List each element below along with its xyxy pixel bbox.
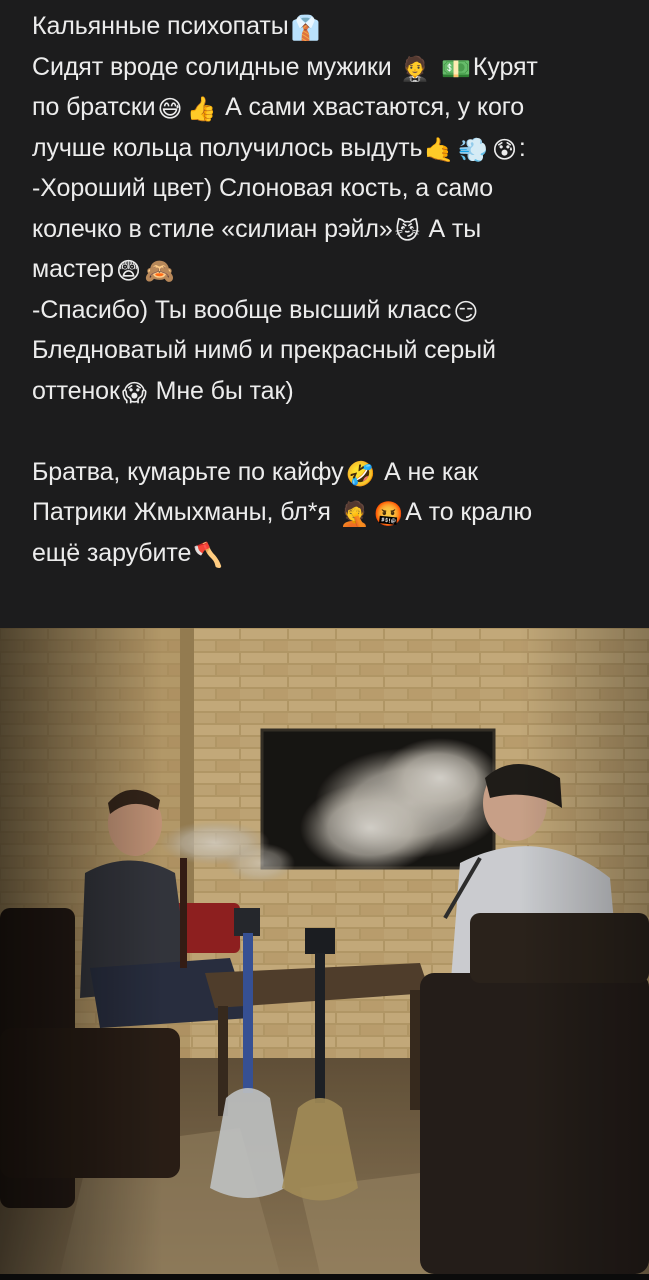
text-fragment: по братски — [32, 93, 156, 121]
post-text-line: Кальянные психопаты👔 — [32, 6, 632, 47]
text-fragment: : — [518, 133, 526, 162]
text-fragment: лучше кольца получилось выдуть — [32, 133, 423, 162]
post-text-line: мастер😨 🙈 — [32, 249, 632, 290]
hookah-lounge-photo — [0, 628, 649, 1274]
post-text-line: по братски😅 👍 А сами хвастаются, у кого — [32, 87, 632, 128]
bottom-divider — [0, 1274, 649, 1280]
text-fragment: А то кралю — [405, 498, 533, 526]
text-fragment: колечко в стиле «силиан рэйл» — [32, 214, 393, 243]
text-fragment: оттенок — [32, 376, 120, 405]
emoji-icon: 👔 — [290, 14, 321, 42]
emoji-icon: 🤵 — [400, 54, 431, 83]
post-text-line: колечко в стиле «силиан рэйл»😼 А ты — [32, 209, 632, 250]
emoji-icon: 🤙 — [424, 135, 455, 164]
emoji-icon: 👍 — [186, 95, 217, 123]
emoji-icon: 😱 — [121, 378, 147, 407]
post-text-line: -Хороший цвет) Слоновая кость, а само — [32, 168, 632, 209]
emoji-icon: 😼 — [394, 216, 420, 245]
post-text-line: оттенок😱 Мне бы так) — [32, 371, 632, 412]
post-text-line: лучше кольца получилось выдуть🤙 💨 😰: — [32, 128, 632, 169]
emoji-icon: 🤦 — [339, 500, 370, 528]
post-text-line: Патрики Жмыхманы, бл*я 🤦 🤬А то кралю — [32, 492, 632, 533]
text-fragment: А не как — [377, 457, 478, 486]
post-text-line: ещё зарубите🪓 — [32, 533, 632, 574]
text-fragment: Курят — [472, 52, 538, 81]
emoji-icon: 😏 — [453, 297, 479, 326]
text-fragment: Мне бы так) — [148, 376, 294, 405]
text-fragment: мастер — [32, 255, 114, 283]
post-text-line: Братва, кумарьте по кайфу🤣 А не как — [32, 452, 632, 493]
text-fragment: Сидят вроде солидные мужики — [32, 52, 399, 81]
text-fragment: -Хороший цвет) Слоновая кость, а само — [32, 174, 494, 202]
text-fragment: А ты — [421, 214, 482, 243]
post-text[interactable]: Кальянные психопаты👔 Сидят вроде солидные… — [32, 6, 632, 573]
emoji-icon: 😨 — [115, 257, 141, 285]
text-fragment: ещё зарубите — [32, 538, 192, 567]
emoji-icon: 🪓 — [193, 540, 224, 569]
text-fragment — [432, 53, 439, 81]
emoji-icon: 😰 — [492, 135, 517, 164]
post-text-line: Сидят вроде солидные мужики 🤵 💵Курят — [32, 47, 632, 88]
post-card: Кальянные психопаты👔 Сидят вроде солидные… — [0, 0, 649, 1280]
post-text-line: -Спасибо) Ты вообще высший класс😏 — [32, 290, 632, 331]
emoji-icon: 🤣 — [345, 459, 376, 488]
emoji-icon: 🤬 — [373, 500, 404, 528]
emoji-icon: 💵 — [441, 54, 471, 83]
text-fragment: А сами хвастаются, у кого — [218, 93, 525, 121]
text-fragment: Кальянные психопаты — [32, 12, 289, 40]
post-text-line: Бледноватый нимб и прекрасный серый — [32, 330, 632, 371]
emoji-icon: 💨 — [458, 135, 488, 164]
post-photo[interactable] — [0, 628, 649, 1274]
text-fragment: Патрики Жмыхманы, бл*я — [32, 498, 338, 526]
text-fragment: Братва, кумарьте по кайфу — [32, 457, 344, 486]
text-fragment: Бледноватый нимб и прекрасный серый — [32, 336, 496, 364]
text-fragment: -Спасибо) Ты вообще высший класс — [32, 295, 452, 324]
emoji-icon: 😅 — [157, 95, 183, 123]
emoji-icon: 🙈 — [144, 257, 175, 285]
